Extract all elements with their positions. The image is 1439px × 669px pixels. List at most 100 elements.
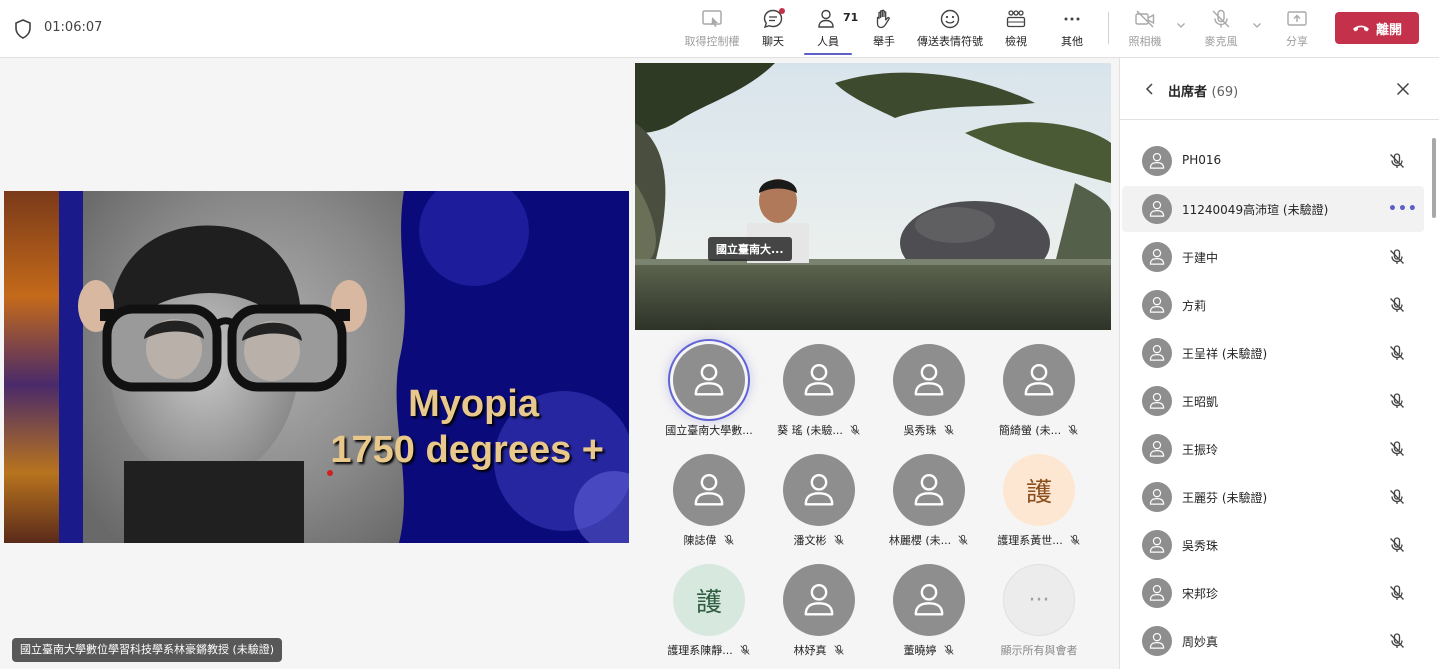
mic-off-icon xyxy=(833,644,844,655)
participant-tile[interactable]: 林妤真 xyxy=(764,560,874,664)
mic-off-icon xyxy=(1390,489,1404,504)
participant-list-item[interactable]: 11240049高沛瑄 (未驗證) ••• xyxy=(1122,186,1424,232)
camera-button[interactable]: 照相機 xyxy=(1127,8,1163,52)
participant-list-item[interactable]: PH016 xyxy=(1122,138,1424,184)
person-icon xyxy=(818,9,834,28)
participant-tile[interactable]: 簡綺螢 (未... xyxy=(984,340,1094,444)
reactions-button[interactable]: 傳送表情符號 xyxy=(915,8,985,52)
participant-tile[interactable]: 潘文彬 xyxy=(764,450,874,554)
take-control-button[interactable]: 取得控制權 xyxy=(684,8,740,52)
participant-tile[interactable]: 吳秀珠 xyxy=(874,340,984,444)
people-button[interactable]: 71 人員 xyxy=(804,8,858,55)
scrollbar-thumb[interactable] xyxy=(1432,138,1436,218)
toolbar-divider xyxy=(1108,12,1109,44)
participant-avatar xyxy=(893,344,965,416)
mic-off-icon xyxy=(833,534,844,545)
participant-name: 王昭凱 xyxy=(1182,395,1219,409)
participant-name: 于建中 xyxy=(1182,251,1219,265)
mic-off-icon xyxy=(1068,424,1078,435)
participant-avatar xyxy=(783,564,855,636)
avatar-initial: 護 xyxy=(1025,477,1052,508)
person-silhouette-icon xyxy=(1149,536,1165,553)
participant-list-item[interactable]: 王呈祥 (未驗證) xyxy=(1122,330,1424,376)
person-silhouette-icon xyxy=(804,583,834,616)
shield-icon xyxy=(15,19,31,39)
person-silhouette-icon xyxy=(1149,296,1165,313)
participant-avatar xyxy=(1142,626,1172,656)
participant-tile[interactable]: 陳誌偉 xyxy=(654,450,764,554)
participant-list-item[interactable]: 王麗芬 (未驗證) xyxy=(1122,474,1424,520)
participant-name: PH016 xyxy=(1182,153,1222,167)
chat-button[interactable]: 聊天 xyxy=(758,8,788,52)
participant-avatar xyxy=(1142,434,1172,464)
participant-list-item[interactable]: 周妙真 xyxy=(1122,618,1424,664)
camera-options-chevron-icon[interactable] xyxy=(1176,20,1186,30)
mic-off-icon xyxy=(943,644,954,655)
mic-options-chevron-icon[interactable] xyxy=(1252,20,1262,30)
participant-name: 潘文彬 xyxy=(764,532,874,548)
muted-mic-indicator xyxy=(1388,488,1406,506)
participant-avatar xyxy=(1142,242,1172,272)
share-button[interactable]: 分享 xyxy=(1282,8,1312,52)
participant-tile[interactable]: 董曉婷 xyxy=(874,560,984,664)
participant-list-item[interactable]: 于建中 xyxy=(1122,234,1424,280)
participant-name: 宋邦珍 xyxy=(1182,587,1219,601)
share-upload-icon xyxy=(1287,11,1307,26)
participant-tile[interactable]: 護護理系陳靜... xyxy=(654,560,764,664)
attendee-count: (69) xyxy=(1211,85,1239,100)
person-silhouette-icon xyxy=(1149,392,1165,409)
participant-name: 王麗芬 (未驗證) xyxy=(1182,491,1268,505)
mic-button[interactable]: 麥克風 xyxy=(1203,8,1239,52)
muted-mic-indicator xyxy=(1388,152,1406,170)
close-icon[interactable] xyxy=(1396,82,1410,96)
more-options-icon[interactable]: ••• xyxy=(1388,202,1418,216)
mic-off-icon xyxy=(1390,393,1404,408)
mic-off-icon xyxy=(1390,297,1404,312)
slide-title-line1: Myopia xyxy=(408,383,539,425)
muted-mic-indicator xyxy=(1388,248,1406,266)
participant-avatar xyxy=(893,564,965,636)
participant-tile[interactable]: 林麗櫻 (未... xyxy=(874,450,984,554)
participant-tile[interactable]: 國立臺南大學數... xyxy=(654,340,764,444)
participant-tile[interactable]: 葵 瑤 (未驗... xyxy=(764,340,874,444)
show-all-participants-tile[interactable]: ··· 顯示所有與會者 xyxy=(984,560,1094,664)
participant-video[interactable]: 國立臺南大... xyxy=(635,63,1111,330)
emoji-icon xyxy=(940,9,960,29)
participant-tile[interactable]: 護護理系黃世... xyxy=(984,450,1094,554)
more-button[interactable]: 其他 xyxy=(1057,8,1087,52)
hang-up-phone-icon xyxy=(1352,25,1369,32)
participants-panel: 出席者 (69) PH016 11240049高沛瑄 (未驗證) ••• 于建中 … xyxy=(1119,58,1439,669)
participant-list-item[interactable]: 王振玲 xyxy=(1122,426,1424,472)
video-background-scene xyxy=(635,63,1111,330)
person-silhouette-icon xyxy=(1149,152,1165,169)
person-silhouette-icon xyxy=(914,363,944,396)
person-silhouette-icon xyxy=(1149,248,1165,265)
mic-off-icon xyxy=(1390,441,1404,456)
muted-mic-indicator xyxy=(1388,392,1406,410)
raise-hand-button[interactable]: 舉手 xyxy=(869,8,899,52)
mic-off-icon xyxy=(1390,345,1404,360)
participant-avatar xyxy=(1142,530,1172,560)
person-silhouette-icon xyxy=(914,583,944,616)
muted-mic-indicator xyxy=(1388,536,1406,554)
mic-off-icon xyxy=(850,424,860,435)
participant-list-item[interactable]: 王昭凱 xyxy=(1122,378,1424,424)
leave-button[interactable]: 離開 xyxy=(1335,12,1419,44)
participant-list-item[interactable]: 吳秀珠 xyxy=(1122,522,1424,568)
participant-list-item[interactable]: 宋邦珍 xyxy=(1122,570,1424,616)
meeting-timer: 01:06:07 xyxy=(44,20,103,35)
mic-off-icon xyxy=(1212,9,1230,28)
person-silhouette-icon xyxy=(1024,363,1054,396)
presenter-name-label: 國立臺南大學數位學習科技學系林豪鏘教授 (未驗證) xyxy=(12,638,283,662)
participant-list-item[interactable]: 方莉 xyxy=(1122,282,1424,328)
participant-name: 顯示所有與會者 xyxy=(1000,644,1078,657)
mic-off-icon xyxy=(1390,153,1404,168)
participant-avatar xyxy=(1003,344,1075,416)
back-chevron-icon[interactable] xyxy=(1144,82,1156,96)
view-grid-icon xyxy=(1006,10,1026,28)
participant-avatar xyxy=(1142,338,1172,368)
view-button[interactable]: 檢視 xyxy=(1001,8,1031,52)
mic-off-icon xyxy=(943,424,954,435)
participant-avatar xyxy=(673,344,745,416)
muted-mic-indicator xyxy=(1388,584,1406,602)
